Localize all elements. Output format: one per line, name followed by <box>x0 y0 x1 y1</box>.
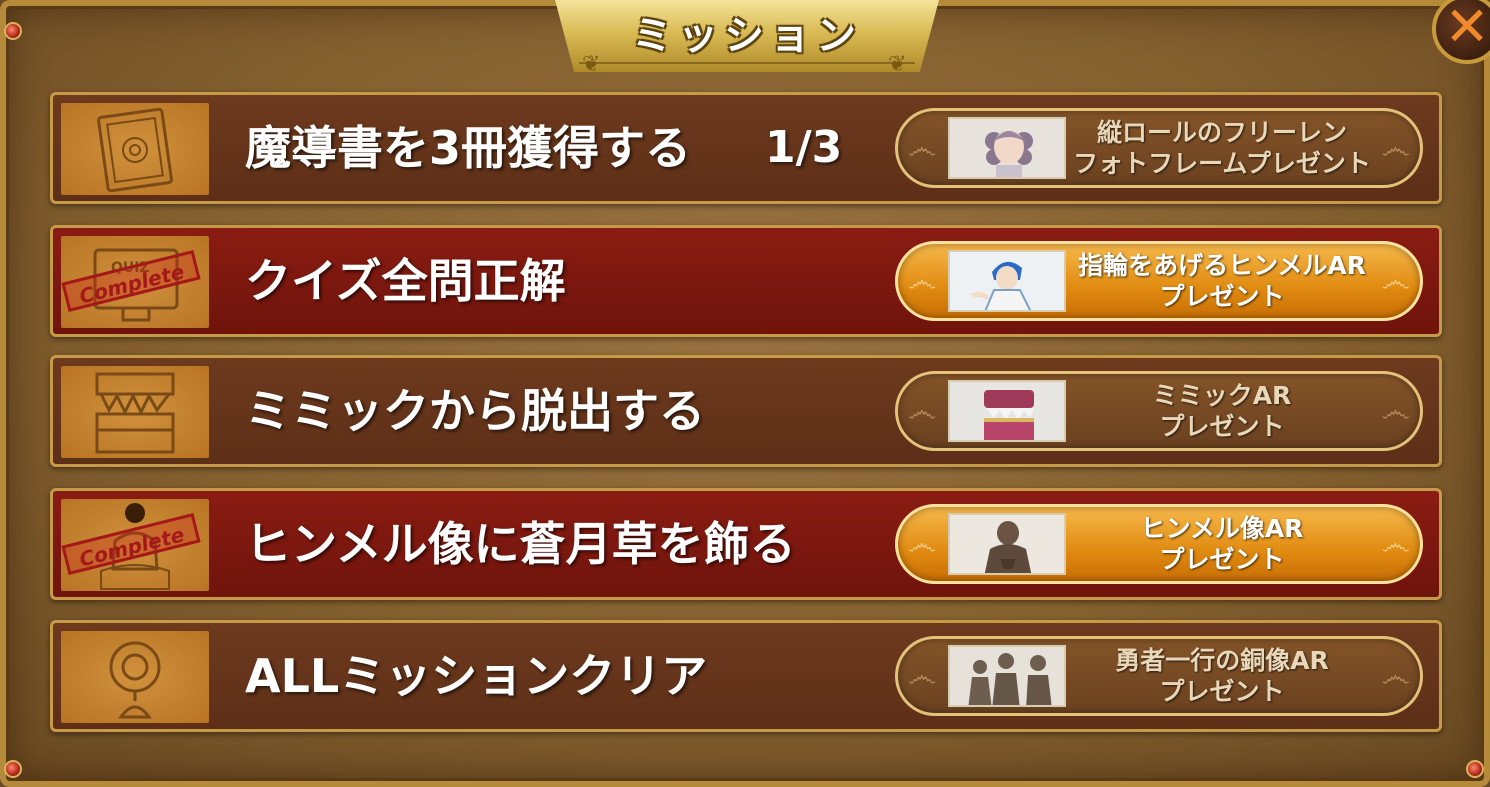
ornament-icon: ෴ <box>1381 131 1410 166</box>
ornament-icon: ෴ <box>908 131 937 166</box>
mission-text: ミミックから脱出する <box>245 384 705 438</box>
reward-button[interactable]: ෴ ෴ 指輪をあげるヒンメルAR プレゼント <box>895 241 1423 321</box>
mission-text: ALLミッションクリア <box>245 649 708 703</box>
reward-button[interactable]: ෴ ෴ 縦ロールのフリーレン フォトフレームプレゼント <box>895 108 1423 188</box>
globe-trophy-icon <box>61 631 209 723</box>
mission-row: 魔導書を3冊獲得する 1/3 ෴ ෴ 縦ロールのフリーレン フォトフレームプレゼ… <box>50 92 1442 204</box>
himmel-statue-icon: Complete <box>61 499 209 591</box>
reward-thumbnail <box>948 380 1066 442</box>
mission-progress: 1/3 <box>765 122 843 173</box>
ornament-icon: ෴ <box>1381 264 1410 299</box>
reward-label: ヒンメル像AR プレゼント <box>1140 514 1304 574</box>
reward-label: 勇者一行の銅像AR プレゼント <box>1115 646 1329 706</box>
close-icon: ✕ <box>1444 0 1490 58</box>
mission-row: ミミックから脱出する ෴ ෴ ミミックAR プレゼント <box>50 355 1442 467</box>
reward-button[interactable]: ෴ ෴ ヒンメル像AR プレゼント <box>895 504 1423 584</box>
grimoire-icon <box>61 103 209 195</box>
mission-text: ヒンメル像に蒼月草を飾る <box>245 517 796 571</box>
ornament-icon: ෴ <box>908 659 937 694</box>
mimic-chest-icon <box>61 366 209 458</box>
reward-button[interactable]: ෴ ෴ ミミックAR プレゼント <box>895 371 1423 451</box>
quiz-icon: QUIZ Complete <box>61 236 209 328</box>
mission-text: 魔導書を3冊獲得する <box>245 121 692 175</box>
mission-row: Complete ヒンメル像に蒼月草を飾る ෴ ෴ ヒンメル像AR プレゼント <box>50 488 1442 600</box>
ornament-icon: ෴ <box>908 264 937 299</box>
ornament-icon: ෴ <box>908 394 937 429</box>
ornament-icon: ෴ <box>1381 394 1410 429</box>
mission-row: QUIZ Complete クイズ全問正解 ෴ ෴ 指輪をあげるヒンメルAR プ… <box>50 225 1442 337</box>
corner-gem <box>4 760 22 778</box>
page-title: ミッション <box>632 13 862 59</box>
ornament-icon: ෴ <box>1381 527 1410 562</box>
ornament-icon: ෴ <box>1381 659 1410 694</box>
reward-thumbnail <box>948 250 1066 312</box>
corner-gem <box>4 22 22 40</box>
reward-thumbnail <box>948 645 1066 707</box>
reward-button[interactable]: ෴ ෴ 勇者一行の銅像AR プレゼント <box>895 636 1423 716</box>
mission-text: クイズ全問正解 <box>245 254 566 308</box>
reward-label: 縦ロールのフリーレン フォトフレームプレゼント <box>1073 118 1371 178</box>
reward-thumbnail <box>948 117 1066 179</box>
corner-gem <box>1466 760 1484 778</box>
mission-row: ALLミッションクリア ෴ ෴ 勇者一行の銅像AR プレゼント <box>50 620 1442 732</box>
reward-label: 指輪をあげるヒンメルAR プレゼント <box>1078 251 1366 311</box>
reward-label: ミミックAR プレゼント <box>1152 381 1292 441</box>
reward-thumbnail <box>948 513 1066 575</box>
ornament-icon: ෴ <box>908 527 937 562</box>
